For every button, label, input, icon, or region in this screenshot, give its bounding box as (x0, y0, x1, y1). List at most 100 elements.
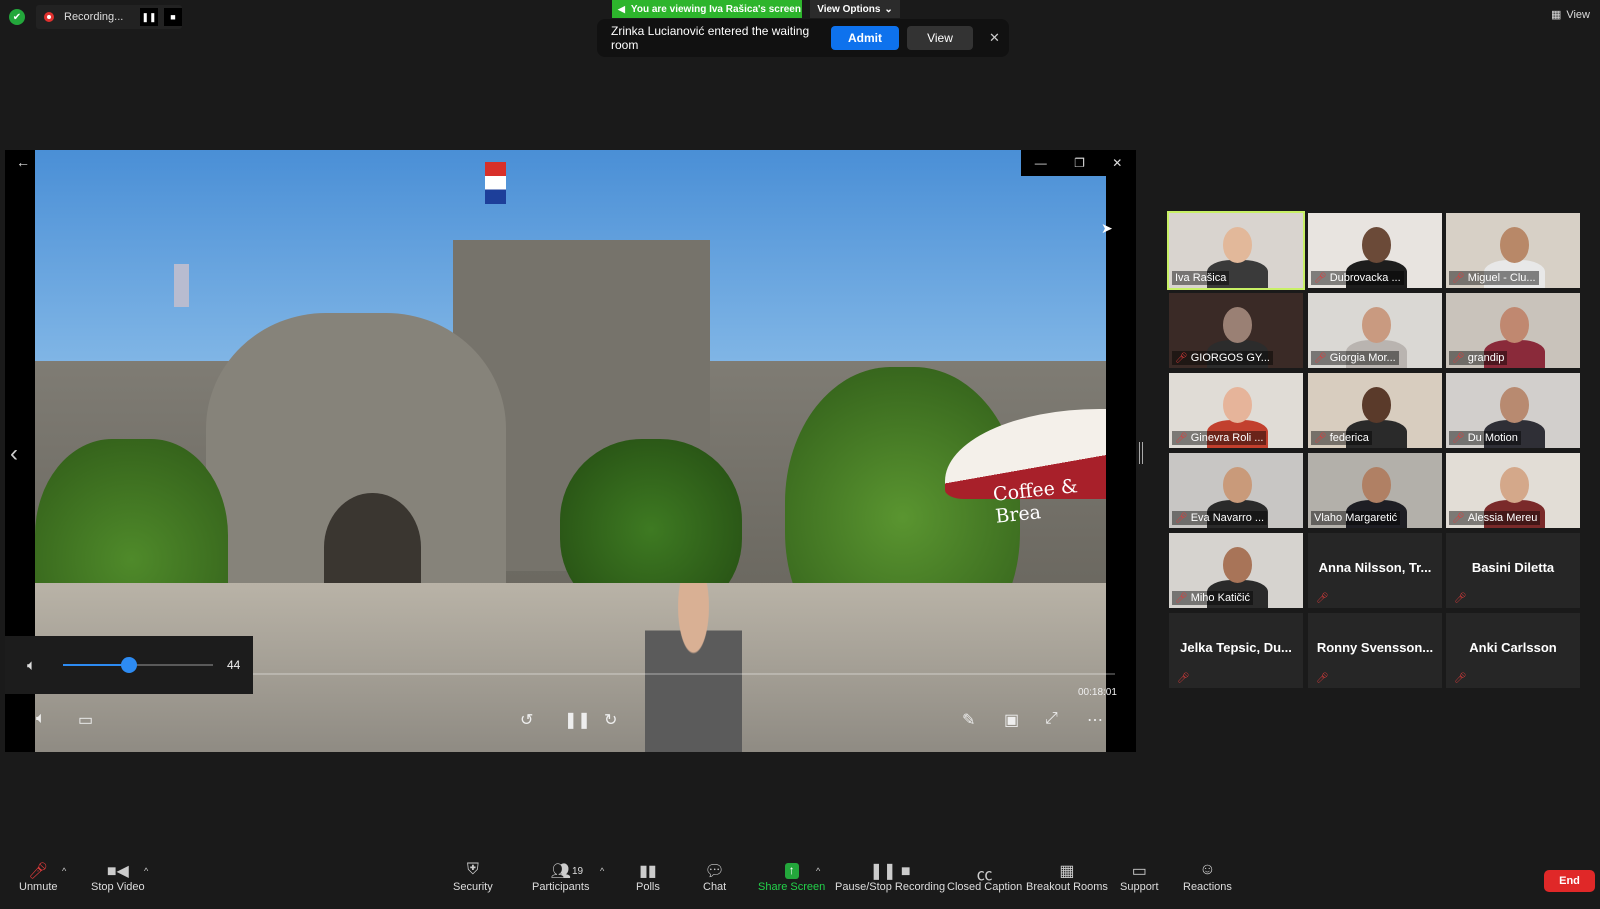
unmute-button[interactable]: 🎤︎ Unmute (19, 861, 58, 893)
grid-view-icon: ▦ (1550, 9, 1562, 21)
microphone-muted-icon: 🎤︎ (1452, 432, 1465, 444)
participant-face (1222, 466, 1253, 503)
participant-face (1361, 226, 1392, 263)
participant-name-tag: 🎤︎ federica (1311, 431, 1372, 445)
video-walking-person (645, 583, 742, 752)
closed-caption-button[interactable]: ㏄ Closed Caption (947, 861, 1022, 893)
participant-tile[interactable]: 🎤︎ Eva Navarro ... (1169, 453, 1303, 528)
mini-player-icon[interactable]: ▣ (1004, 710, 1019, 730)
view-menu-button[interactable]: ▦ View (1550, 8, 1590, 22)
polls-label: Polls (636, 881, 660, 893)
microphone-muted-icon: 🎤︎ (1175, 512, 1188, 524)
video-croatian-flag (484, 162, 507, 205)
participant-name: grandip (1467, 352, 1505, 364)
microphone-muted-icon: 🎤︎ (1454, 673, 1467, 684)
pause-stop-recording-button[interactable]: ❚❚ ■ Pause/Stop Recording (835, 861, 945, 893)
player-volume-icon[interactable]: 🔈︎ (36, 710, 46, 728)
participant-tile[interactable]: 🎤︎ Miguel - Clu... (1446, 213, 1580, 288)
admit-button[interactable]: Admit (831, 26, 899, 50)
participant-name: Basini Diletta (1471, 560, 1555, 575)
volume-slider-knob[interactable] (121, 657, 137, 673)
stop-icon: ■ (170, 12, 176, 22)
reactions-button[interactable]: ☺ Reactions (1183, 861, 1232, 893)
forward-30-icon[interactable]: ↻ (604, 710, 617, 730)
participant-name: Anki Carlsson (1469, 640, 1557, 655)
close-notification-icon[interactable]: ✕ (989, 30, 1000, 46)
participant-tile[interactable]: 🎤︎ federica (1308, 373, 1442, 448)
stop-video-button[interactable]: ■◀ Stop Video (91, 861, 145, 893)
volume-slider[interactable] (63, 657, 213, 673)
participant-name: Anna Nilsson, Tr... (1318, 560, 1432, 575)
minimize-icon[interactable]: — (1035, 156, 1047, 170)
participant-name: Miho Katičić (1190, 592, 1250, 604)
participant-tile[interactable]: 🎤︎ Giorgia Mor... (1308, 293, 1442, 368)
participants-icon: 👥︎ (550, 863, 571, 880)
support-button[interactable]: ▭ Support (1120, 861, 1159, 893)
security-button[interactable]: ⛨ Security (453, 861, 493, 893)
chat-label: Chat (703, 881, 727, 893)
video-options-caret-icon[interactable]: ^ (144, 866, 148, 876)
pause-icon[interactable]: ❚❚ (564, 710, 591, 730)
participant-name: Vlaho Margaretić (1314, 512, 1398, 524)
participant-tile[interactable]: 🎤︎ Alessia Mereu (1446, 453, 1580, 528)
participant-face (1499, 306, 1530, 343)
volume-speaker-icon[interactable]: 🔈︎ (27, 657, 63, 674)
polls-bar-chart-icon: ▮▮ (639, 863, 657, 880)
audio-options-caret-icon[interactable]: ^ (62, 866, 66, 876)
pause-recording-button[interactable]: ❚❚ (140, 8, 158, 26)
more-options-icon[interactable]: ⋯ (1087, 710, 1103, 730)
chat-button[interactable]: 💬︎ Chat (703, 861, 726, 893)
back-arrow-icon[interactable]: ← (16, 154, 30, 170)
volume-slider-fill (63, 664, 129, 666)
view-options-button[interactable]: View Options ⌄ (810, 0, 900, 18)
gallery-resize-handle[interactable] (1139, 442, 1143, 464)
subtitles-icon[interactable]: ▭ (78, 710, 93, 730)
participant-face (1222, 546, 1253, 583)
participant-tile[interactable]: 🎤︎ GIORGOS GY... (1169, 293, 1303, 368)
view-waiting-room-button[interactable]: View (907, 26, 973, 50)
participant-name-tag: 🎤︎ GIORGOS GY... (1172, 351, 1273, 365)
view-options-label: View Options (817, 3, 881, 15)
notification-message: Zrinka Lucianović entered the waiting ro… (611, 24, 810, 52)
participant-tile[interactable]: 🎤︎ Du Motion (1446, 373, 1580, 448)
participant-tile[interactable]: 🎤︎ grandip (1446, 293, 1580, 368)
participant-face (1499, 386, 1530, 423)
participant-name: Iva Rašica (1175, 272, 1227, 284)
breakout-rooms-label: Breakout Rooms (1026, 881, 1108, 893)
end-meeting-button[interactable]: End (1544, 870, 1595, 892)
participant-name: Giorgia Mor... (1329, 352, 1396, 364)
rewind-10-icon[interactable]: ↺ (520, 710, 533, 730)
microphone-muted-icon: 🎤︎ (1314, 272, 1327, 284)
video-seek-bar[interactable] (253, 673, 1115, 675)
edit-pencil-icon[interactable]: ✎ (962, 710, 975, 730)
participant-tile[interactable]: Jelka Tepsic, Du... 🎤︎ (1169, 613, 1303, 688)
closed-caption-label: Closed Caption (947, 881, 1023, 893)
breakout-rooms-button[interactable]: ▦ Breakout Rooms (1026, 861, 1108, 893)
participant-name-tag: 🎤︎ Eva Navarro ... (1172, 511, 1268, 525)
chat-bubble-icon: 💬︎ (704, 863, 725, 880)
chevron-left-icon[interactable]: ‹ (10, 440, 18, 468)
participant-tile[interactable]: Anna Nilsson, Tr... 🎤︎ (1308, 533, 1442, 608)
participant-name-tag: 🎤︎ Ginevra Roli ... (1172, 431, 1267, 445)
participant-tile[interactable]: 🎤︎ Dubrovacka ... (1308, 213, 1442, 288)
fullscreen-icon[interactable]: ⤢ (1045, 710, 1058, 728)
participant-tile[interactable]: Vlaho Margaretić (1308, 453, 1442, 528)
share-screen-arrow-icon: ↑ (784, 863, 799, 879)
participants-options-caret-icon[interactable]: ^ (600, 866, 604, 876)
participant-tile[interactable]: Anki Carlsson 🎤︎ (1446, 613, 1580, 688)
participant-tile[interactable]: Basini Diletta 🎤︎ (1446, 533, 1580, 608)
participant-tile[interactable]: 🎤︎ Ginevra Roli ... (1169, 373, 1303, 448)
participant-tile[interactable]: Ronny Svensson... 🎤︎ (1308, 613, 1442, 688)
restore-icon[interactable]: ❐ (1074, 156, 1085, 170)
share-options-caret-icon[interactable]: ^ (816, 866, 820, 876)
volume-panel: 🔈︎ 44 (5, 636, 253, 694)
encryption-shield-icon[interactable]: ✔ (9, 9, 25, 25)
stop-recording-button[interactable]: ■ (164, 8, 182, 26)
participant-tile[interactable]: 🎤︎ Miho Katičić (1169, 533, 1303, 608)
participant-tile[interactable]: Iva Rašica (1167, 211, 1305, 290)
participant-name: Jelka Tepsic, Du... (1180, 640, 1292, 655)
polls-button[interactable]: ▮▮ Polls (636, 861, 660, 893)
close-icon[interactable]: ✕ (1112, 156, 1122, 170)
pause-stop-recording-label: Pause/Stop Recording (835, 881, 946, 893)
zoom-meeting-window: ✔ Recording... ❚❚ ■ ▦ View ◀ You are vie… (0, 0, 1600, 909)
